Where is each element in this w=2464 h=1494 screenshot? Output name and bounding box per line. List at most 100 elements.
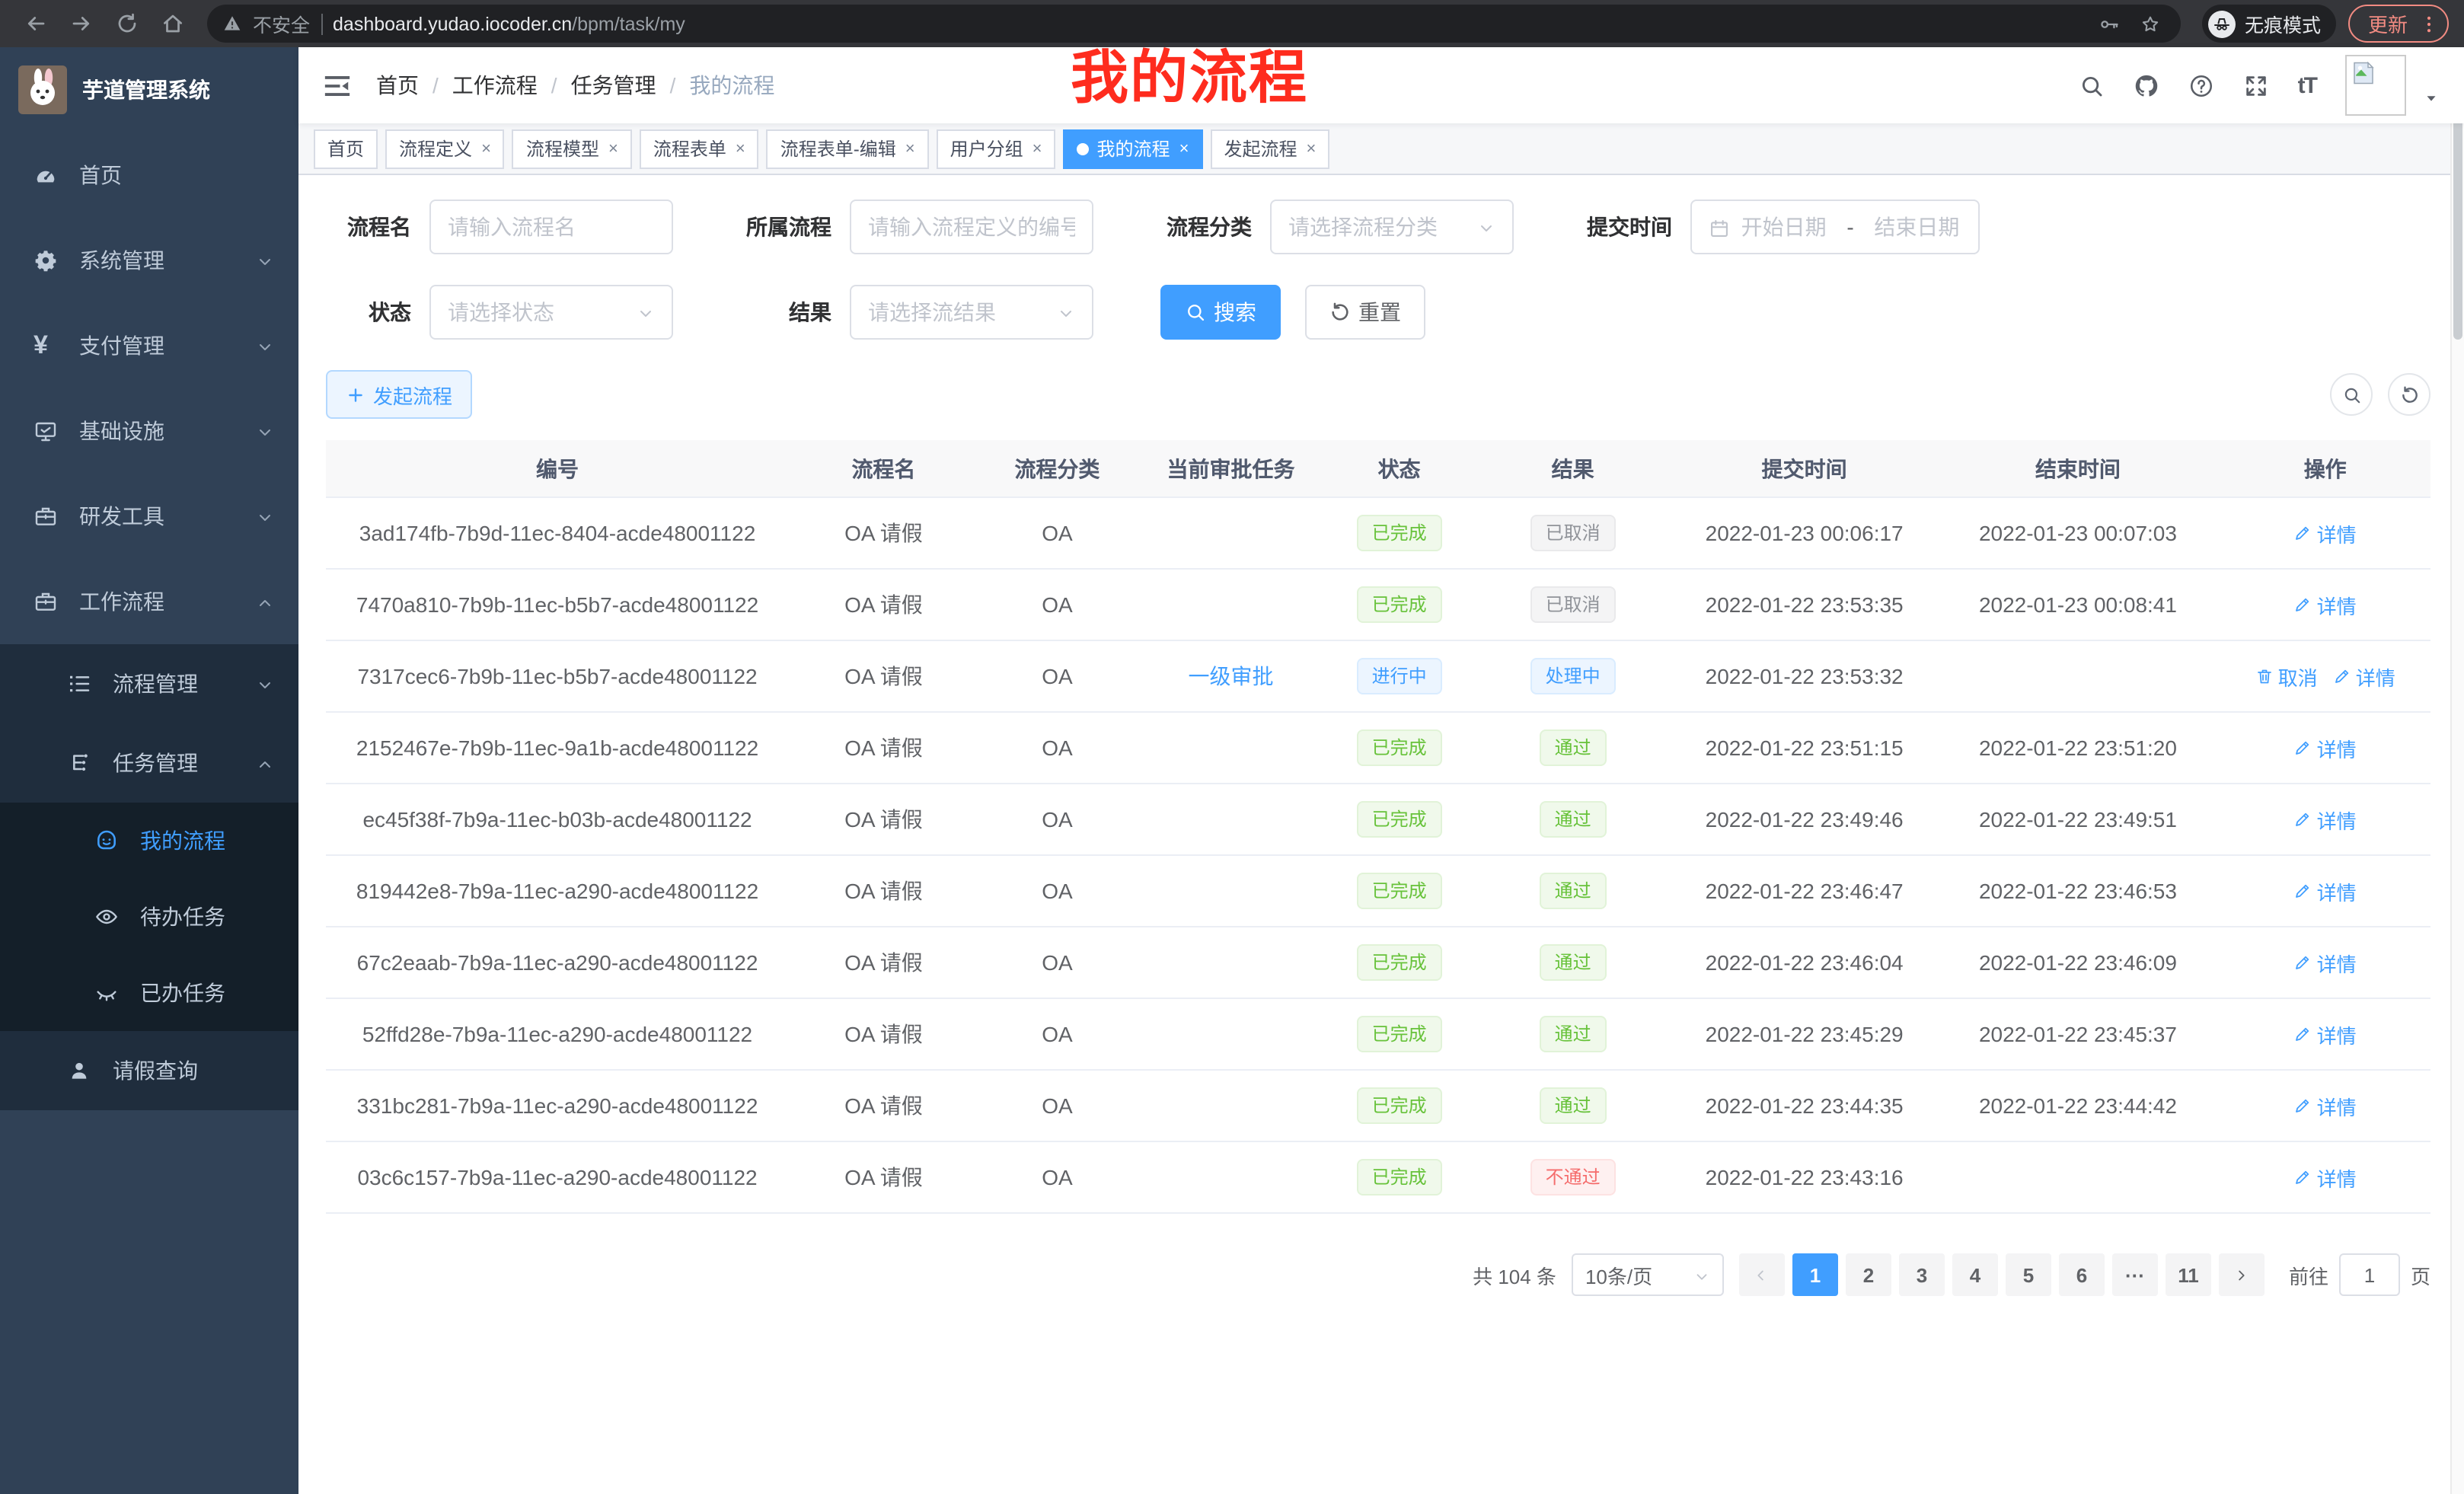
page-button[interactable]: 2: [1846, 1253, 1891, 1296]
sidebar-item-leave-query[interactable]: 请假查询: [0, 1031, 298, 1110]
breadcrumb-item[interactable]: 任务管理: [571, 70, 656, 101]
process-definition-input[interactable]: [850, 200, 1093, 254]
breadcrumb-item[interactable]: 首页: [376, 70, 419, 101]
sidebar-collapse-icon[interactable]: [323, 71, 352, 100]
breadcrumb-item[interactable]: 工作流程: [452, 70, 538, 101]
close-icon[interactable]: ×: [608, 139, 618, 158]
pencil-icon: [2294, 595, 2312, 614]
detail-button[interactable]: 详情: [2294, 805, 2357, 834]
close-icon[interactable]: ×: [481, 139, 491, 158]
detail-button[interactable]: 详情: [2294, 1020, 2357, 1049]
page-button[interactable]: 3: [1899, 1253, 1945, 1296]
page-button[interactable]: 5: [2006, 1253, 2051, 1296]
chevron-down-icon: [637, 300, 655, 324]
goto-page-input[interactable]: [2339, 1253, 2400, 1296]
close-icon[interactable]: ×: [1306, 139, 1316, 158]
page-button[interactable]: 4: [1952, 1253, 1998, 1296]
detail-button[interactable]: 详情: [2333, 662, 2395, 691]
toggle-search-button[interactable]: [2330, 373, 2373, 416]
tab-user-group[interactable]: 用户分组×: [937, 129, 1056, 168]
sidebar-item-my-process[interactable]: 我的流程: [0, 803, 298, 879]
address-bar[interactable]: 不安全 dashboard.yudao.iocoder.cn/bpm/task/…: [207, 5, 2181, 43]
current-task-link[interactable]: 一级审批: [1188, 664, 1273, 688]
detail-button[interactable]: 详情: [2294, 590, 2357, 619]
window-scrollbar[interactable]: [2450, 47, 2464, 1494]
sidebar-item-devtools[interactable]: 研发工具: [0, 474, 298, 559]
trash-icon: [2255, 667, 2274, 685]
close-icon[interactable]: ×: [736, 139, 745, 158]
sidebar-item-todo-tasks[interactable]: 待办任务: [0, 879, 298, 955]
tab-process-form[interactable]: 流程表单×: [640, 129, 759, 168]
avatar[interactable]: [2345, 55, 2406, 116]
tab-home[interactable]: 首页: [314, 129, 378, 168]
sidebar-item-workflow[interactable]: 工作流程: [0, 559, 298, 644]
detail-button[interactable]: 详情: [2294, 1091, 2357, 1120]
cancel-button[interactable]: 取消: [2255, 662, 2318, 691]
fullscreen-icon[interactable]: [2243, 72, 2269, 98]
browser-reload-button[interactable]: [107, 4, 146, 43]
text-size-icon[interactable]: tT: [2298, 72, 2316, 98]
col-header: 流程分类: [978, 453, 1136, 484]
end-date-placeholder[interactable]: 结束日期: [1872, 212, 1961, 242]
refresh-table-button[interactable]: [2388, 373, 2430, 416]
next-page-button[interactable]: [2219, 1253, 2265, 1296]
sidebar-item-task-mgmt[interactable]: 任务管理: [0, 723, 298, 803]
browser-back-button[interactable]: [15, 4, 55, 43]
sidebar-item-done-tasks[interactable]: 已办任务: [0, 955, 298, 1031]
status-badge: 已完成: [1357, 586, 1442, 623]
tab-process-definition[interactable]: 流程定义×: [385, 129, 505, 168]
sidebar-item-process-mgmt[interactable]: 流程管理: [0, 644, 298, 723]
create-process-button[interactable]: 发起流程: [326, 370, 472, 419]
tab-process-model[interactable]: 流程模型×: [512, 129, 632, 168]
avatar-caret-icon[interactable]: [2423, 85, 2440, 113]
search-icon[interactable]: [2079, 72, 2105, 98]
prev-page-button[interactable]: [1739, 1253, 1785, 1296]
bookmark-star-icon[interactable]: [2135, 4, 2166, 43]
reset-button[interactable]: 重置: [1305, 285, 1425, 340]
sidebar-item-label: 基础设施: [79, 416, 164, 446]
process-name-input[interactable]: [429, 200, 673, 254]
page-button[interactable]: 11: [2166, 1253, 2211, 1296]
close-icon[interactable]: ×: [905, 139, 915, 158]
process-category-select[interactable]: 请选择流程分类: [1270, 200, 1514, 254]
sidebar-item-label: 我的流程: [140, 825, 225, 856]
browser-menu-icon[interactable]: [2418, 13, 2440, 34]
browser-home-button[interactable]: [152, 4, 192, 43]
detail-button[interactable]: 详情: [2294, 1163, 2357, 1192]
help-icon[interactable]: [2188, 72, 2214, 98]
status-badge: 已完成: [1357, 729, 1442, 766]
search-button[interactable]: 搜索: [1160, 285, 1281, 340]
filter-row-2: 状态 请选择状态 结果 请选择流结果 搜索 重置: [326, 285, 2430, 340]
detail-button[interactable]: 详情: [2294, 876, 2357, 905]
page-ellipsis-button[interactable]: ···: [2112, 1253, 2158, 1296]
detail-button[interactable]: 详情: [2294, 519, 2357, 547]
page-button[interactable]: 1: [1792, 1253, 1838, 1296]
chevron-down-icon: [256, 672, 274, 696]
result-select[interactable]: 请选择流结果: [850, 285, 1093, 340]
detail-button[interactable]: 详情: [2294, 733, 2357, 762]
close-icon[interactable]: ×: [1033, 139, 1042, 158]
chevron-down-icon: [1057, 300, 1075, 324]
tab-start-process[interactable]: 发起流程×: [1210, 129, 1329, 168]
detail-button[interactable]: 详情: [2294, 948, 2357, 977]
submit-time-range-picker[interactable]: 开始日期 - 结束日期: [1690, 200, 1980, 254]
password-key-icon[interactable]: [2094, 4, 2124, 43]
sidebar-item-home[interactable]: 首页: [0, 132, 298, 218]
browser-forward-button[interactable]: [61, 4, 101, 43]
start-date-placeholder[interactable]: 开始日期: [1739, 212, 1828, 242]
app-logo[interactable]: 芋道管理系统: [0, 47, 298, 132]
github-icon[interactable]: [2134, 72, 2159, 98]
chevron-down-icon: [1477, 215, 1495, 239]
sidebar-item-payment[interactable]: ¥ 支付管理: [0, 303, 298, 388]
browser-update-button[interactable]: 更新: [2348, 5, 2449, 43]
sidebar-item-infra[interactable]: 基础设施: [0, 388, 298, 474]
tab-process-form-edit[interactable]: 流程表单-编辑×: [767, 129, 929, 168]
close-icon[interactable]: ×: [1179, 139, 1189, 158]
sidebar-item-system[interactable]: 系统管理: [0, 218, 298, 303]
process-name-label: 流程名: [326, 212, 411, 242]
status-select[interactable]: 请选择状态: [429, 285, 673, 340]
not-secure-icon: [222, 14, 242, 34]
tab-my-process[interactable]: 我的流程×: [1064, 129, 1203, 168]
page-button[interactable]: 6: [2059, 1253, 2105, 1296]
page-size-select[interactable]: 10条/页: [1572, 1253, 1724, 1296]
